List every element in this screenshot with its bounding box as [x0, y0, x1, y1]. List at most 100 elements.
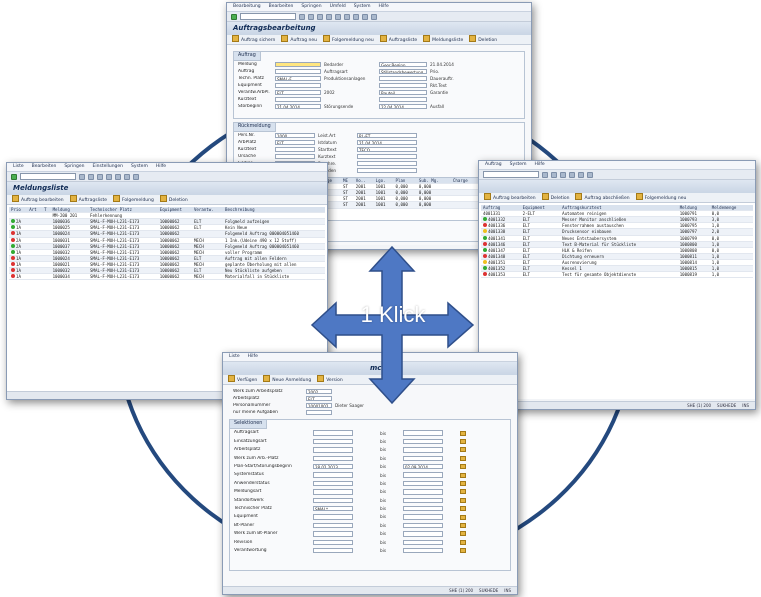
field-input[interactable]: [403, 472, 443, 478]
save-icon[interactable]: [542, 171, 548, 178]
field-input[interactable]: [357, 160, 417, 167]
multiple-selection-icon[interactable]: [460, 539, 466, 545]
table-cell[interactable]: 2001: [353, 201, 374, 209]
field-input[interactable]: [379, 82, 427, 89]
multiple-selection-icon[interactable]: [460, 472, 466, 478]
multiple-selection-icon[interactable]: [460, 439, 466, 445]
first-page-icon[interactable]: [353, 13, 359, 20]
toolbar-button[interactable]: Auftrag sichern: [232, 35, 275, 44]
save-icon[interactable]: [79, 173, 85, 180]
field-input[interactable]: [275, 82, 321, 89]
field-input[interactable]: [379, 75, 427, 82]
table-cell[interactable]: ST: [341, 201, 354, 209]
field-input[interactable]: [275, 153, 315, 160]
field-input[interactable]: [275, 146, 315, 153]
field-input[interactable]: [313, 547, 353, 554]
field-input[interactable]: [403, 480, 443, 487]
multiple-selection-icon[interactable]: [460, 430, 466, 436]
toolbar-button[interactable]: Auftrag abschließen: [575, 193, 629, 202]
help-icon[interactable]: [133, 173, 139, 180]
field-input[interactable]: [403, 430, 443, 436]
menu-item[interactable]: Hilfe: [156, 164, 166, 170]
table-row[interactable]: 1A 1000021 SMAL-F-MUH-L231-E173 10000062 MEC…: [9, 261, 325, 269]
exit-icon[interactable]: [560, 171, 566, 178]
print-icon[interactable]: [335, 13, 341, 20]
exit-icon[interactable]: [317, 13, 323, 20]
toolbar-button[interactable]: Auftragsliste: [380, 35, 417, 44]
table-cell[interactable]: 4001353: [481, 271, 521, 279]
toolbar-button[interactable]: Neue Anmeldung: [263, 375, 311, 384]
multiple-selection-icon[interactable]: [460, 531, 466, 537]
toolbar-button[interactable]: Deletion: [469, 35, 497, 44]
save-icon[interactable]: [299, 13, 305, 20]
field-input[interactable]: 21.04.2014: [357, 139, 417, 146]
field-input[interactable]: [275, 68, 321, 75]
field-input[interactable]: [403, 455, 443, 462]
table-cell[interactable]: 1000034: [50, 273, 89, 281]
menu-item[interactable]: Umfeld: [330, 4, 346, 10]
help-icon[interactable]: [587, 171, 593, 178]
field-input[interactable]: 28.02.2013: [313, 463, 353, 470]
field-input[interactable]: [313, 480, 353, 487]
field-input[interactable]: [313, 497, 353, 504]
multiple-selection-icon[interactable]: [460, 522, 466, 528]
enter-icon[interactable]: [231, 13, 237, 20]
field-input[interactable]: 02.09.2014: [403, 463, 443, 470]
field-input[interactable]: [379, 96, 427, 103]
toolbar-button[interactable]: Auftragsliste: [70, 195, 107, 204]
menu-item[interactable]: Einstellungen: [93, 164, 124, 170]
field-input[interactable]: [403, 489, 443, 495]
find-icon[interactable]: [578, 171, 584, 178]
multiple-selection-icon[interactable]: [460, 481, 466, 487]
toolbar-button[interactable]: Deletion: [542, 193, 570, 202]
table-cell[interactable]: [450, 201, 478, 209]
command-field[interactable]: [483, 171, 539, 178]
table-cell[interactable]: 0,000: [393, 201, 417, 209]
cancel-icon[interactable]: [106, 173, 112, 180]
field-input[interactable]: [403, 539, 443, 545]
multiple-selection-icon[interactable]: [460, 447, 466, 453]
toolbar-button[interactable]: Auftrag bearbeiten: [484, 193, 536, 202]
table-cell[interactable]: 1001: [373, 201, 394, 209]
field-input[interactable]: [313, 539, 353, 545]
find-icon[interactable]: [344, 13, 350, 20]
field-input[interactable]: [357, 167, 417, 174]
table-row[interactable]: 2A 1000037 SMAL-F-MUH-L231-E173 10000062 MEC…: [9, 243, 325, 250]
menu-item[interactable]: Auftrag: [485, 162, 502, 168]
toolbar-button[interactable]: Folgemeldung: [113, 195, 154, 204]
print-icon[interactable]: [115, 173, 121, 180]
field-input[interactable]: [357, 153, 417, 160]
exit-icon[interactable]: [97, 173, 103, 180]
toolbar-button[interactable]: Folgemeldung neu: [636, 193, 687, 202]
menu-item[interactable]: Liste: [229, 354, 240, 360]
command-field[interactable]: [20, 173, 76, 180]
table-row[interactable]: 2A 1000031 SMAL-F-MUH-L231-E173 10000062 MEC…: [9, 237, 325, 244]
field-input[interactable]: [306, 409, 332, 416]
menu-item[interactable]: Liste: [13, 164, 24, 170]
back-icon[interactable]: [551, 171, 557, 178]
field-input[interactable]: [313, 447, 353, 453]
help-icon[interactable]: [371, 13, 377, 20]
toolbar-button[interactable]: Meldungsliste: [423, 35, 463, 44]
multiple-selection-icon[interactable]: [460, 464, 466, 470]
field-input[interactable]: [403, 547, 443, 554]
field-input[interactable]: TECO: [357, 146, 417, 153]
menu-item[interactable]: System: [354, 4, 371, 10]
toolbar-button[interactable]: Auftrag bearbeiten: [12, 195, 64, 204]
menu-item[interactable]: System: [510, 162, 527, 168]
command-field[interactable]: [240, 13, 296, 20]
table-row[interactable]: 1A 1000024 SMAL-F-MUH-L231-E173 10000062 ELT…: [9, 255, 325, 262]
field-input[interactable]: Stillstandsbewertung: [379, 68, 427, 75]
menu-item[interactable]: Bearbeiten: [32, 164, 57, 170]
multiple-selection-icon[interactable]: [460, 489, 466, 495]
cancel-icon[interactable]: [326, 13, 332, 20]
field-input[interactable]: SMAL*: [313, 505, 353, 512]
menu-item[interactable]: System: [131, 164, 148, 170]
table-row[interactable]: 4001353 ELT Test für gesamte Objektdienste…: [481, 271, 753, 279]
field-input[interactable]: Bauteil: [379, 89, 427, 96]
field-input[interactable]: [313, 531, 353, 537]
toolbar-button[interactable]: Verfügen: [228, 375, 257, 384]
field-input[interactable]: [313, 455, 353, 462]
field-input[interactable]: [403, 522, 443, 529]
table-row[interactable]: 1A 1000034 SMAL-F-MUH-L231-E173 10000062 MEC…: [9, 273, 325, 281]
